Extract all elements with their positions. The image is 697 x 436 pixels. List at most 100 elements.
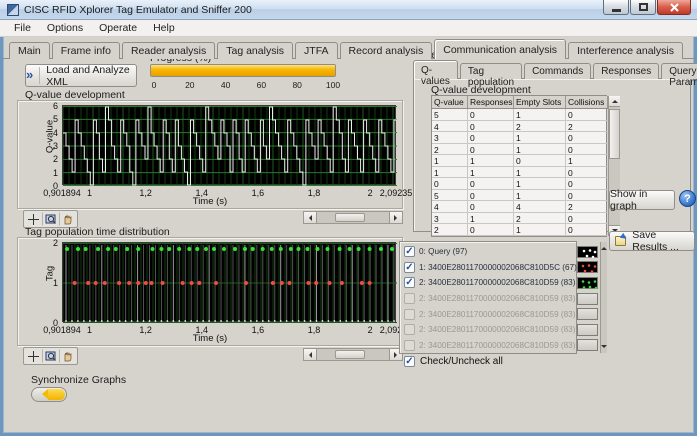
close-button[interactable] — [657, 0, 691, 15]
maximize-button[interactable] — [630, 0, 656, 15]
synchronize-graphs-toggle[interactable] — [31, 387, 67, 402]
tag-label: 2: 3400E2801170000002068C810D59 (83) — [419, 294, 577, 303]
x-tick-label: 1,8 — [308, 188, 321, 198]
scroll-up-button[interactable] — [609, 96, 620, 107]
tag-list-item[interactable]: 2: 3400E2801170000002068C810D59 (83) — [404, 322, 600, 338]
scroll-right-button[interactable] — [389, 212, 402, 223]
plot-swatch-red-dots — [577, 261, 598, 273]
table-row[interactable]: 3010 — [432, 132, 608, 144]
table-row[interactable]: 5010 — [432, 109, 608, 121]
tag-label: 2: 3400E2801170000002068C810D59 (83) — [419, 325, 577, 334]
minimize-button[interactable] — [603, 0, 629, 15]
table-row[interactable]: 3120 — [432, 213, 608, 225]
tab-main[interactable]: Main — [9, 42, 50, 59]
tag-checkbox[interactable]: ✓ — [404, 262, 415, 273]
tag-chart-plot-area — [62, 242, 396, 322]
table-cell: 1 — [566, 155, 608, 166]
scroll-down-button[interactable] — [601, 345, 607, 351]
tag-list-item[interactable]: 2: 3400E2801170000002068C810D59 (83) — [404, 291, 600, 307]
zoom-icon[interactable] — [42, 212, 59, 226]
tag-checkbox[interactable] — [404, 293, 415, 304]
y-tick-label: 1 — [36, 278, 58, 288]
tag-checkbox[interactable] — [404, 340, 415, 351]
tag-list-item[interactable]: ✓1: 3400E2801170000002068C810D5C (67) — [404, 260, 600, 276]
check-all-checkbox[interactable]: ✓ — [404, 356, 415, 367]
tag-checkbox[interactable]: ✓ — [404, 277, 415, 288]
menu-operate[interactable]: Operate — [91, 20, 145, 36]
help-icon[interactable]: ? — [679, 190, 696, 207]
table-row[interactable]: 1110 — [432, 167, 608, 179]
save-results-button[interactable]: Save Results ... — [609, 231, 695, 251]
scroll-thumb[interactable] — [335, 213, 365, 222]
scroll-thumb[interactable] — [609, 109, 620, 159]
tab-jtfa[interactable]: JTFA — [295, 42, 338, 59]
tag-list-item[interactable]: ✓2: 3400E2801170000002068C810D59 (83) — [404, 275, 600, 291]
param-tab-q-values[interactable]: Q-values — [413, 60, 458, 79]
tab-record-analysis[interactable]: Record analysis — [340, 42, 433, 59]
x-tick-label: 1,8 — [308, 325, 321, 335]
scroll-up-button[interactable] — [601, 244, 607, 250]
table-row[interactable]: 0010 — [432, 178, 608, 190]
x-tick-label: 0,901894 — [43, 188, 81, 198]
check-uncheck-all[interactable]: ✓ Check/Uncheck all — [404, 356, 503, 367]
q-value-chart: Q-value Time (s) 65432100,90189411,21,41… — [17, 100, 403, 209]
y-tick-label: 3 — [36, 141, 58, 151]
table-row[interactable]: 4022 — [432, 121, 608, 133]
tag-checkbox[interactable] — [404, 309, 415, 320]
pan-hand-icon[interactable] — [59, 212, 76, 226]
menu-help[interactable]: Help — [145, 20, 183, 36]
table-row[interactable]: 1101 — [432, 155, 608, 167]
scroll-thumb[interactable] — [335, 350, 365, 359]
cursor-crosshair-icon[interactable] — [25, 349, 42, 363]
param-tab-commands[interactable]: Commands — [524, 63, 591, 79]
y-tick-label: 2 — [36, 238, 58, 248]
title-bar[interactable]: CISC RFID Xplorer Tag Emulator and Sniff… — [0, 0, 697, 20]
tab-tag-analysis[interactable]: Tag analysis — [217, 42, 293, 59]
table-cell: 2 — [432, 144, 468, 155]
table-row[interactable]: 2010 — [432, 144, 608, 156]
cursor-crosshair-icon[interactable] — [25, 212, 42, 226]
table-cell: 0 — [566, 132, 608, 143]
tag-checkbox[interactable] — [404, 324, 415, 335]
tab-interference-analysis[interactable]: Interference analysis — [568, 42, 683, 59]
tag-list-item[interactable]: ✓0: Query (97) — [404, 244, 600, 260]
tag-population-chart: Tag Time (s) 2100,90189411,21,41,61,822,… — [17, 237, 403, 346]
check-all-label: Check/Uncheck all — [420, 356, 503, 367]
tag-label: 2: 3400E2801170000002068C810D59 (83) — [419, 310, 577, 319]
param-tab-responses[interactable]: Responses — [593, 63, 659, 79]
show-in-graph-button[interactable]: Show in graph — [609, 190, 675, 210]
table-cell: 4 — [432, 201, 468, 212]
tab-reader-analysis[interactable]: Reader analysis — [122, 42, 215, 59]
progress-tick: 20 — [181, 80, 199, 90]
tab-frame-info[interactable]: Frame info — [52, 42, 120, 59]
zoom-icon[interactable] — [42, 349, 59, 363]
scroll-left-button[interactable] — [304, 349, 317, 360]
progress-fill — [151, 65, 335, 76]
tag-checkbox[interactable]: ✓ — [404, 246, 415, 257]
table-row[interactable]: 2010 — [432, 224, 608, 236]
tab-communication-analysis[interactable]: Communication analysis — [434, 39, 566, 59]
table-cell: 0 — [468, 132, 514, 143]
pan-hand-icon[interactable] — [59, 349, 76, 363]
tag-list-item[interactable]: 2: 3400E2801170000002068C810D59 (83) — [404, 338, 600, 354]
param-tab-query-parameters[interactable]: Query Parameters — [661, 63, 697, 79]
help-question-mark: ? — [684, 193, 691, 205]
param-tab-tag-population[interactable]: Tag population — [460, 63, 522, 79]
x-tick-label: 2 — [368, 188, 373, 198]
table-cell: 0 — [432, 178, 468, 189]
save-results-label: Save Results ... — [632, 229, 694, 253]
table-row[interactable]: 5010 — [432, 190, 608, 202]
app-window: CISC RFID Xplorer Tag Emulator and Sniff… — [0, 0, 697, 436]
menu-file[interactable]: File — [6, 20, 39, 36]
scroll-left-button[interactable] — [304, 212, 317, 223]
table-cell: 1 — [514, 132, 566, 143]
menu-options[interactable]: Options — [39, 20, 91, 36]
table-cell: 0 — [468, 224, 514, 235]
load-analyze-xml-button[interactable]: » Load and Analyze XML — [25, 64, 137, 87]
x-tick-label: 1,2 — [139, 325, 152, 335]
window-title: CISC RFID Xplorer Tag Emulator and Sniff… — [24, 4, 252, 16]
y-tick-label: 2 — [36, 154, 58, 164]
table-cell: 1 — [432, 155, 468, 166]
tag-list-item[interactable]: 2: 3400E2801170000002068C810D59 (83) — [404, 306, 600, 322]
table-row[interactable]: 4042 — [432, 201, 608, 213]
